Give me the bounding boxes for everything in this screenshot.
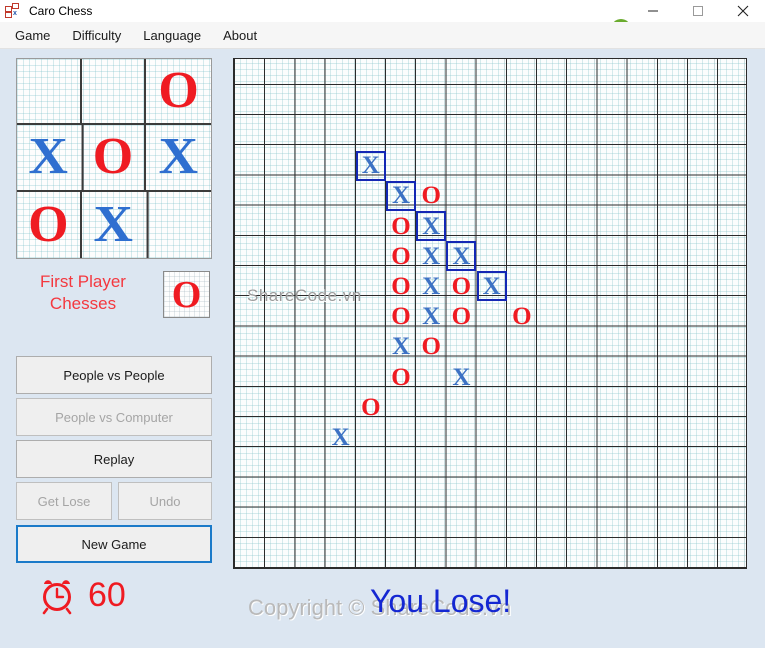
first-player-label: First Player Chesses bbox=[18, 271, 148, 315]
minimize-icon bbox=[647, 10, 658, 12]
left-control-panel: O X O X O X First Player Chesses O Peopl… bbox=[0, 49, 229, 648]
preview-cell bbox=[17, 59, 82, 126]
board-piece-x[interactable]: X bbox=[416, 241, 446, 271]
preview-mark: X bbox=[28, 128, 68, 186]
preview-mark: X bbox=[93, 195, 133, 253]
board-piece-o[interactable]: O bbox=[416, 332, 446, 362]
alarm-clock-icon bbox=[38, 577, 76, 615]
menu-item-language[interactable]: Language bbox=[132, 24, 212, 47]
preview-cell: X bbox=[144, 125, 211, 192]
board-piece-x[interactable]: X bbox=[416, 302, 446, 332]
app-icon: x bbox=[5, 3, 21, 19]
preview-mark: X bbox=[158, 128, 199, 186]
new-game-button[interactable]: New Game bbox=[16, 525, 212, 563]
undo-button[interactable]: Undo bbox=[118, 482, 212, 520]
preview-cell bbox=[146, 192, 211, 258]
board-gridlines bbox=[234, 59, 746, 568]
tic-tac-toe-preview-image: O X O X O X bbox=[16, 58, 212, 259]
preview-mark: O bbox=[158, 62, 199, 120]
menu-item-difficulty[interactable]: Difficulty bbox=[61, 24, 132, 47]
first-player-mark-box: O bbox=[163, 271, 210, 318]
preview-grid: O X O X O X bbox=[17, 59, 211, 258]
board-piece-x[interactable]: X bbox=[386, 180, 416, 211]
preview-cell bbox=[81, 59, 147, 126]
board-piece-o[interactable]: O bbox=[386, 241, 416, 271]
preview-cell: O bbox=[17, 191, 82, 258]
board-piece-x[interactable]: X bbox=[416, 271, 446, 301]
timer-value: 60 bbox=[88, 576, 126, 614]
board-piece-x[interactable]: X bbox=[476, 271, 507, 302]
board-piece-o[interactable]: O bbox=[386, 271, 416, 301]
replay-button[interactable]: Replay bbox=[16, 440, 212, 478]
preview-cell: X bbox=[80, 191, 148, 258]
board-piece-o[interactable]: O bbox=[386, 362, 416, 392]
board-piece-x[interactable]: X bbox=[416, 211, 447, 241]
preview-cell: O bbox=[146, 59, 211, 126]
preview-mark: O bbox=[92, 128, 134, 186]
menu-item-game[interactable]: Game bbox=[4, 24, 61, 47]
close-icon bbox=[737, 5, 748, 17]
board-piece-o[interactable]: O bbox=[386, 211, 416, 241]
maximize-icon bbox=[692, 6, 703, 16]
board-piece-o[interactable]: O bbox=[446, 302, 476, 332]
board-piece-x[interactable]: X bbox=[446, 362, 476, 392]
board-piece-o[interactable]: O bbox=[386, 302, 416, 332]
people-vs-people-button[interactable]: People vs People bbox=[16, 356, 212, 394]
board-piece-x[interactable]: X bbox=[355, 150, 386, 181]
caro-game-board[interactable]: XXOOXOXXOXOXOXOOXOOXOX bbox=[233, 58, 747, 569]
preview-cell: O bbox=[81, 125, 147, 192]
board-piece-o[interactable]: O bbox=[356, 392, 386, 422]
game-result-text: You Lose! bbox=[370, 583, 512, 619]
get-lose-button[interactable]: Get Lose bbox=[16, 482, 112, 520]
menu-item-about[interactable]: About bbox=[212, 24, 268, 47]
board-piece-o[interactable]: O bbox=[507, 302, 537, 332]
preview-cell: X bbox=[17, 125, 84, 192]
board-piece-o[interactable]: O bbox=[416, 181, 446, 211]
countdown-timer: 60 bbox=[38, 576, 126, 615]
preview-mark: O bbox=[28, 195, 69, 253]
first-player-mark: O bbox=[164, 272, 209, 317]
window-title: Caro Chess bbox=[29, 4, 93, 18]
board-piece-x[interactable]: X bbox=[326, 422, 356, 452]
menu-bar: Game Difficulty Language About bbox=[0, 22, 765, 49]
first-player-line2: Chesses bbox=[49, 294, 117, 313]
board-piece-x[interactable]: X bbox=[446, 241, 477, 272]
first-player-line1: First Player bbox=[40, 272, 126, 291]
board-piece-o[interactable]: O bbox=[446, 271, 476, 301]
people-vs-computer-button[interactable]: People vs Computer bbox=[16, 398, 212, 436]
board-piece-x[interactable]: X bbox=[386, 332, 416, 362]
